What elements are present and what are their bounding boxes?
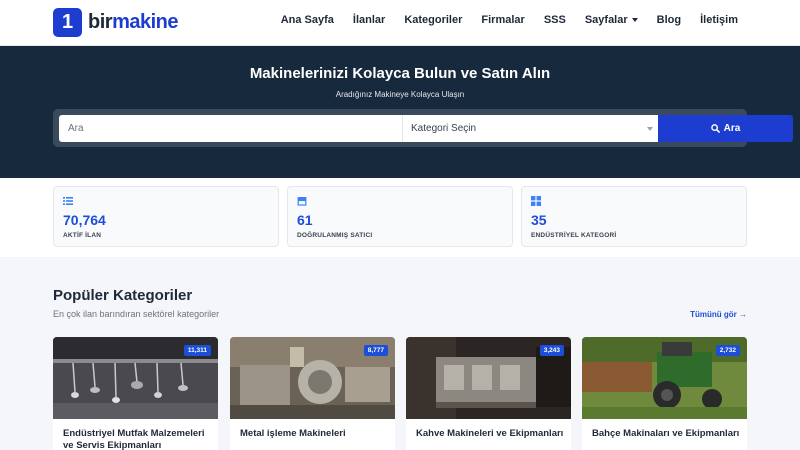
- hero-title: Makinelerinizi Kolayca Bulun ve Satın Al…: [249, 65, 551, 82]
- logo-badge: 1: [53, 7, 82, 37]
- search-icon: [710, 124, 720, 133]
- see-all-link[interactable]: Tümünü gör →: [690, 310, 747, 319]
- stat-label: AKTİF İLAN: [63, 232, 102, 239]
- search-button-label: Ara: [723, 123, 741, 134]
- card-title: Bahçe Makinaları ve Ekipmanları: [592, 428, 740, 439]
- search-input[interactable]: [59, 115, 402, 142]
- stat-label: DOĞRULANMIŞ SATICI: [297, 232, 373, 239]
- listing-count-badge: 8,777: [363, 345, 388, 356]
- card-title: Kahve Makineleri ve Ekipmanları: [416, 428, 564, 439]
- stat-verified-sellers: 61 DOĞRULANMIŞ SATICI: [287, 186, 513, 247]
- section-title: Popüler Kategoriler: [53, 287, 193, 304]
- stats-section: 70,764 AKTİF İLAN 61 DOĞRULANMIŞ SATICI …: [0, 178, 800, 257]
- nav-faq[interactable]: SSS: [544, 14, 566, 26]
- grid-icon: [531, 196, 541, 206]
- nav-categories[interactable]: Kategoriler: [404, 14, 462, 26]
- stat-value: 70,764: [63, 212, 106, 228]
- search-bar: Kategori Seçin Ara: [53, 109, 793, 147]
- stat-value: 35: [531, 212, 547, 228]
- listing-count-badge: 11,311: [183, 345, 211, 356]
- site-header: 1 birmakine Ana Sayfa İlanlar Kategorile…: [0, 0, 800, 46]
- nav-pages-label: Sayfalar: [584, 14, 628, 26]
- category-select-label: Kategori Seçin: [411, 123, 477, 134]
- store-icon: [297, 197, 307, 206]
- category-card[interactable]: 2,732 Bahçe Makinaları ve Ekipmanları: [582, 337, 747, 450]
- hero-section: Makinelerinizi Kolayca Bulun ve Satın Al…: [0, 46, 800, 178]
- category-select[interactable]: Kategori Seçin: [402, 115, 658, 142]
- nav-listings[interactable]: İlanlar: [353, 14, 385, 26]
- caret-down-icon: [631, 18, 638, 22]
- stat-industrial-categories: 35 ENDÜSTRİYEL KATEGORİ: [521, 186, 747, 247]
- main-nav: Ana Sayfa İlanlar Kategoriler Firmalar S…: [262, 14, 738, 26]
- search-button[interactable]: Ara: [658, 115, 793, 142]
- chevron-down-icon: [647, 127, 653, 131]
- listing-count-badge: 3,243: [539, 345, 564, 356]
- card-title: Metal işleme Makineleri: [240, 428, 346, 439]
- nav-home[interactable]: Ana Sayfa: [281, 14, 334, 26]
- site-logo[interactable]: 1 birmakine: [53, 7, 178, 37]
- category-card[interactable]: 3,243 Kahve Makineleri ve Ekipmanları: [406, 337, 571, 450]
- nav-contact[interactable]: İletişim: [700, 14, 738, 26]
- category-card[interactable]: 8,777 Metal işleme Makineleri: [230, 337, 395, 450]
- listing-count-badge: 2,732: [715, 345, 740, 356]
- logo-text: birmakine: [88, 10, 178, 33]
- nav-pages-dropdown[interactable]: Sayfalar: [585, 14, 638, 26]
- hero-subtitle: Aradığınız Makineye Kolayca Ulaşın: [335, 90, 465, 99]
- card-title: Endüstriyel Mutfak Malzemeleri ve Servis…: [63, 428, 205, 450]
- stat-active-listings: 70,764 AKTİF İLAN: [53, 186, 279, 247]
- stat-value: 61: [297, 212, 313, 228]
- list-icon: [63, 197, 73, 205]
- section-subtitle: En çok ilan barındıran sektörel kategori…: [53, 309, 220, 319]
- nav-companies[interactable]: Firmalar: [481, 14, 524, 26]
- stat-label: ENDÜSTRİYEL KATEGORİ: [531, 232, 617, 239]
- category-card[interactable]: 11,311 Endüstriyel Mutfak Malzemeleri ve…: [53, 337, 218, 450]
- nav-blog[interactable]: Blog: [657, 14, 681, 26]
